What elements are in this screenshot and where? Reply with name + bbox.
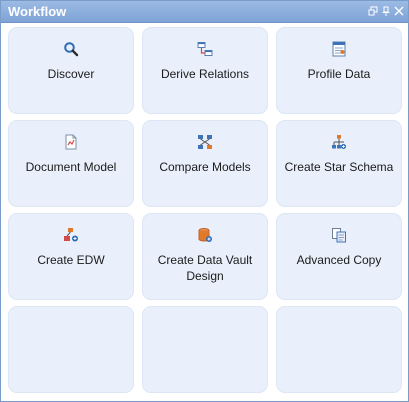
tile-label: Discover	[47, 67, 95, 81]
tile-label: Profile Data	[307, 67, 371, 81]
tile-profile-data[interactable]: Profile Data	[276, 27, 402, 114]
tile-create-star-schema[interactable]: Create Star Schema	[276, 120, 402, 207]
window-controls	[367, 5, 404, 17]
compare-icon	[196, 133, 214, 151]
tile-compare-models[interactable]: Compare Models	[142, 120, 268, 207]
tile-label: Create Star Schema	[284, 160, 394, 174]
close-icon[interactable]	[393, 5, 404, 17]
copy-icon	[330, 226, 348, 244]
tile-create-edw[interactable]: Create EDW	[8, 213, 134, 300]
tile-label: Advanced Copy	[296, 253, 382, 267]
tile-label: Derive Relations	[160, 67, 250, 81]
tile-document-model[interactable]: Document Model	[8, 120, 134, 207]
tile-label: Create Data Vault Design	[157, 253, 253, 283]
tile-label: Compare Models	[159, 160, 251, 174]
empty-tile	[142, 306, 268, 393]
tile-derive-relations[interactable]: Derive Relations	[142, 27, 268, 114]
panel-titlebar: Workflow	[1, 1, 408, 23]
tile-label: Document Model	[25, 160, 117, 174]
empty-tile	[8, 306, 134, 393]
restore-icon[interactable]	[367, 5, 378, 17]
star-schema-icon	[330, 133, 348, 151]
workflow-panel: Workflow Discover Derive Relations Profi…	[0, 0, 409, 402]
data-vault-icon	[196, 226, 214, 244]
tile-advanced-copy[interactable]: Advanced Copy	[276, 213, 402, 300]
workflow-grid: Discover Derive Relations Profile Data D…	[8, 27, 402, 393]
tile-create-data-vault-design[interactable]: Create Data Vault Design	[142, 213, 268, 300]
pin-icon[interactable]	[380, 5, 391, 17]
edw-icon	[62, 226, 80, 244]
panel-title: Workflow	[8, 4, 67, 19]
document-icon	[62, 133, 80, 151]
empty-tile	[276, 306, 402, 393]
search-icon	[62, 40, 80, 58]
profile-icon	[330, 40, 348, 58]
tile-label: Create EDW	[37, 253, 105, 267]
relations-icon	[196, 40, 214, 58]
tile-discover[interactable]: Discover	[8, 27, 134, 114]
